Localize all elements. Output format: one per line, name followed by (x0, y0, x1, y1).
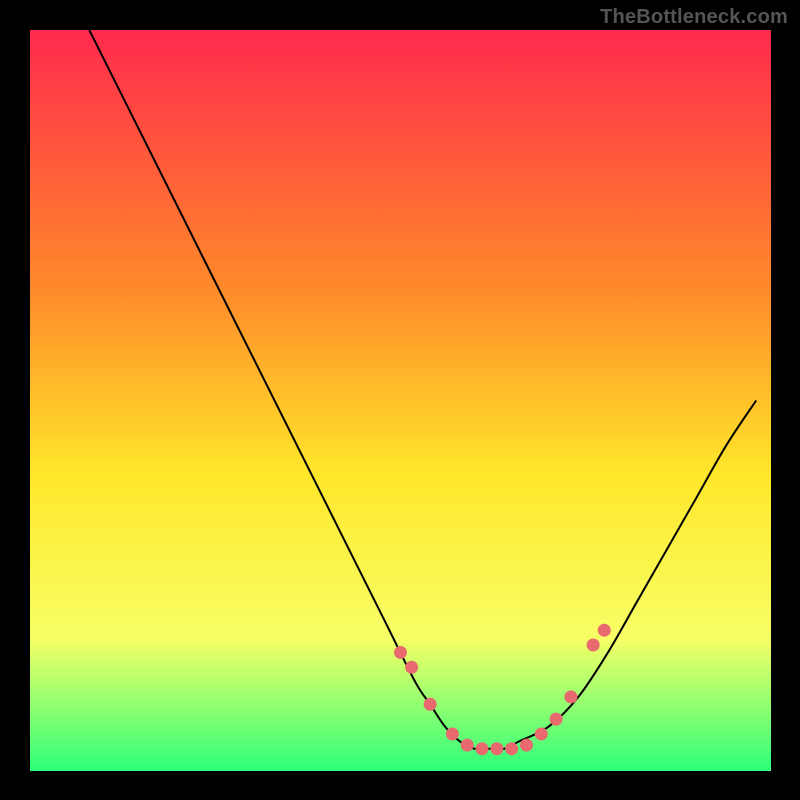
marker-dot (505, 742, 518, 755)
marker-dot (446, 727, 459, 740)
marker-dot (587, 639, 600, 652)
marker-dot (405, 661, 418, 674)
chart-canvas (0, 0, 800, 800)
marker-dot (394, 646, 407, 659)
chart-frame: TheBottleneck.com (0, 0, 800, 800)
plot-background (30, 30, 771, 771)
marker-dot (598, 624, 611, 637)
marker-dot (535, 727, 548, 740)
marker-dot (461, 739, 474, 752)
marker-dot (550, 713, 563, 726)
marker-dot (564, 690, 577, 703)
marker-dot (424, 698, 437, 711)
watermark-text: TheBottleneck.com (600, 6, 788, 29)
marker-dot (476, 742, 489, 755)
marker-dot (520, 739, 533, 752)
marker-dot (490, 742, 503, 755)
